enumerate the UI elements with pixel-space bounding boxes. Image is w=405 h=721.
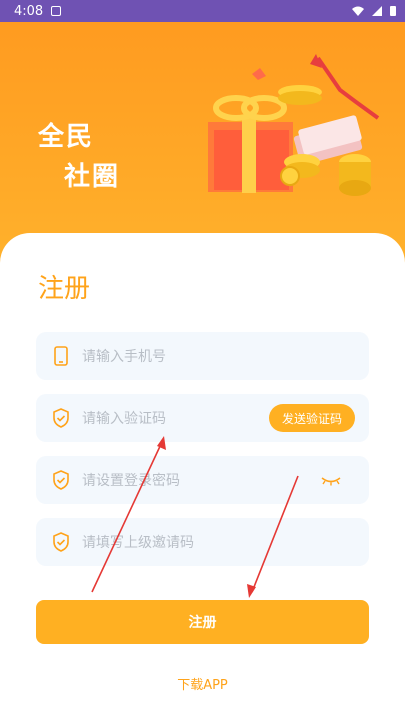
shield-check-icon (50, 469, 72, 491)
notification-icon (51, 6, 62, 16)
invite-placeholder: 请填写上级邀请码 (82, 535, 194, 551)
invite-code-field[interactable]: 请填写上级邀请码 (36, 518, 369, 566)
password-placeholder: 请设置登录密码 (82, 473, 180, 489)
phone-placeholder: 请输入手机号 (82, 349, 166, 365)
signal-icon (372, 6, 382, 16)
status-time: 4:08 (14, 3, 44, 19)
phone-icon (50, 345, 72, 367)
page-title: 注册 (38, 274, 91, 304)
register-button[interactable]: 注册 (36, 600, 369, 644)
hero-title-line2: 社圈 (64, 162, 121, 192)
download-app-link[interactable]: 下载APP (0, 674, 405, 693)
shield-check-icon (50, 407, 72, 429)
code-placeholder: 请输入验证码 (82, 411, 166, 427)
password-field[interactable]: 请设置登录密码 (36, 456, 369, 504)
verification-code-field[interactable]: 请输入验证码 发送验证码 (36, 394, 369, 442)
status-icons (351, 5, 397, 17)
eye-closed-icon[interactable] (319, 470, 343, 490)
battery-icon (390, 6, 396, 16)
wifi-icon (352, 6, 364, 16)
status-bar: 4:08 (0, 0, 405, 22)
hero-title-line1: 全民 (38, 122, 95, 152)
send-code-button[interactable]: 发送验证码 (269, 404, 355, 432)
shield-check-icon (50, 531, 72, 553)
phone-field[interactable]: 请输入手机号 (36, 332, 369, 380)
